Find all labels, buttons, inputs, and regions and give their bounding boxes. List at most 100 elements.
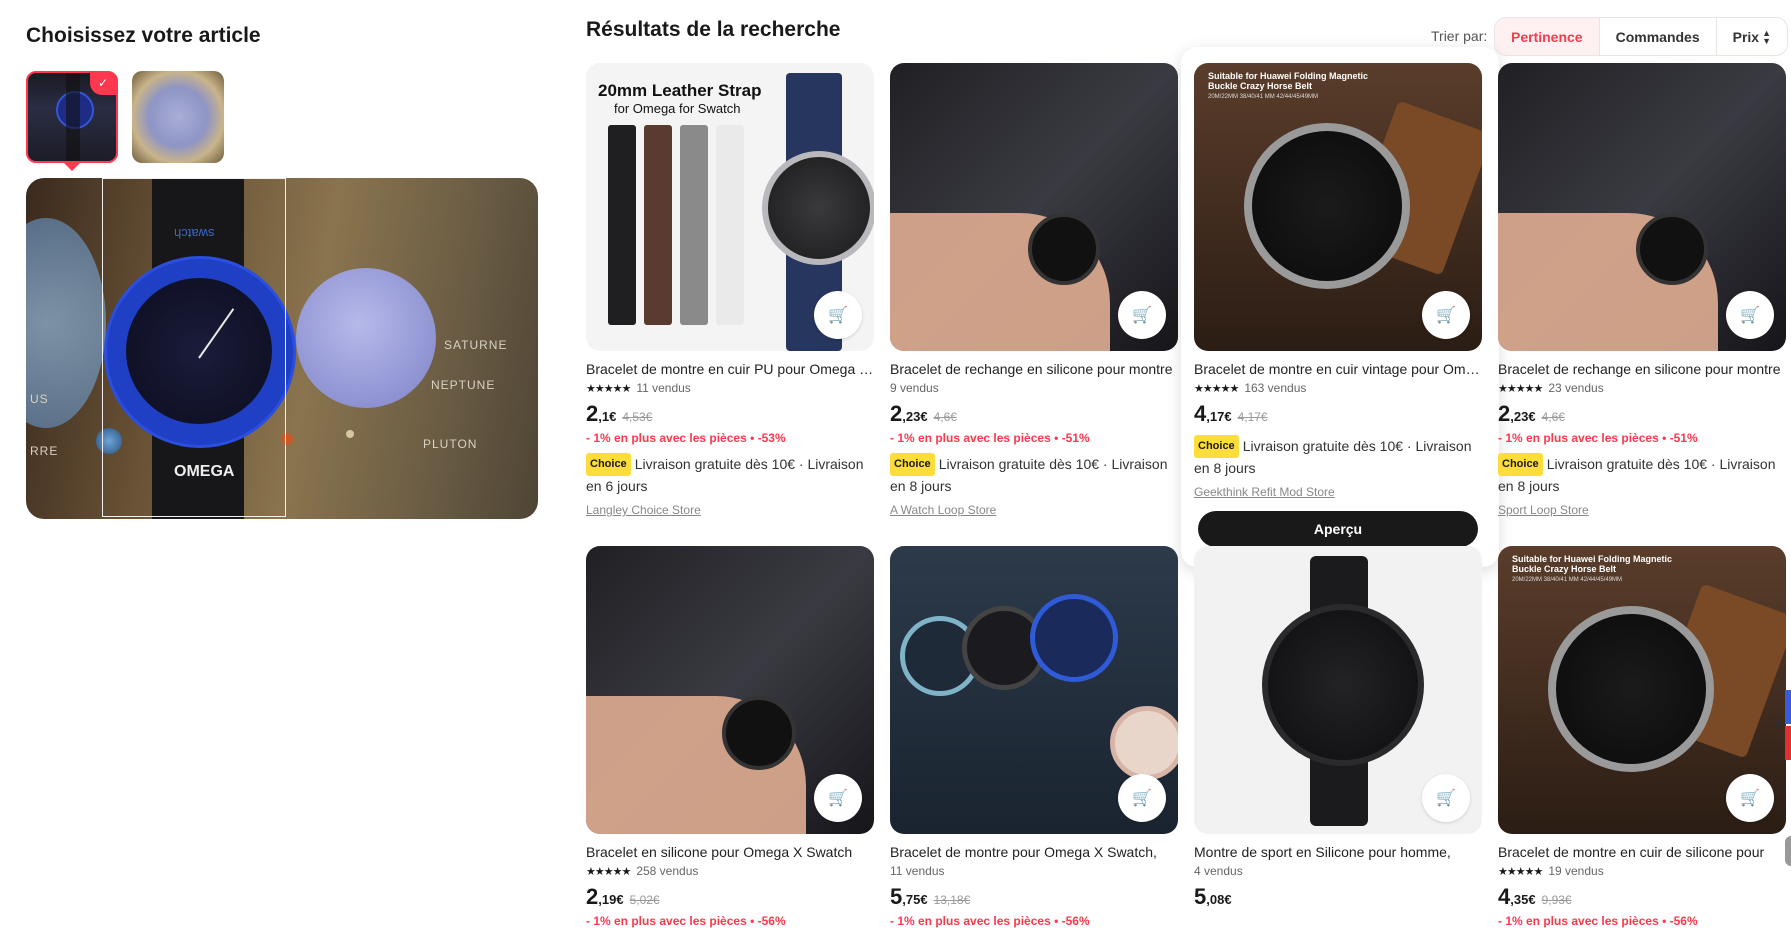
strap-brown [644,125,672,325]
cart-plus-icon[interactable]: 🛒 [1118,291,1166,339]
promo-text: - 1% en plus avec les pièces • -56% [586,914,786,928]
price-int: 2 [1498,401,1511,426]
store-link[interactable]: Sport Loop Store [1498,503,1788,517]
sort-tabs: Pertinence Commandes Prix ▲ ▼ [1494,17,1789,56]
image-caption: 20M/22MM 38/40/41 MM 42/44/45/49MM [1208,94,1319,100]
watch-face [722,696,796,770]
cart-plus-icon[interactable]: 🛒 [814,291,862,339]
side-tab-blue[interactable] [1785,690,1791,724]
store-link[interactable]: Langley Choice Store [586,503,876,517]
cart-plus-icon[interactable]: 🛒 [814,774,862,822]
neptune-planet [296,268,436,408]
choice-badge: Choice [1194,435,1239,458]
strap-white [716,125,744,325]
planet-label-rre: RRE [30,444,59,458]
main-product-image: SATURNE NEPTUNE PLUTON US RRE swatch OME… [26,178,538,519]
price: 2,23€ [890,401,928,427]
product-card[interactable]: 🛒 Bracelet en silicone pour Omega X Swat… [586,546,876,928]
rating-stars: ★★★★★ [586,382,631,395]
zoom-lens-frame[interactable] [102,178,286,517]
price-int: 4 [1498,884,1511,909]
price-dec: ,19€ [598,892,624,907]
cart-plus-icon[interactable]: 🛒 [1726,774,1774,822]
shipping-info: Choice Livraison gratuite dès 10€ · Livra… [586,453,876,497]
rating-stars: ★★★★★ [1498,865,1543,878]
product-title: Bracelet de montre en cuir de silicone p… [1498,844,1765,860]
store-link[interactable]: Geekthink Refit Mod Store [1194,485,1484,499]
price-dec: ,23€ [1510,409,1536,424]
price: 5,75€ [890,884,928,910]
price-int: 5 [890,884,903,909]
sort-pertinence-button[interactable]: Pertinence [1495,18,1600,55]
sort-prix-label: Prix [1732,28,1760,45]
variant-thumb-planet[interactable] [132,71,224,163]
side-tab-red[interactable] [1785,726,1791,760]
product-card[interactable]: 🛒 Bracelet de rechange en silicone pour … [1498,63,1788,517]
sort-prix-button[interactable]: Prix ▲ ▼ [1717,18,1787,55]
cart-plus-icon[interactable]: 🛒 [1422,774,1470,822]
sort-label: Trier par: [1431,28,1488,44]
pluto-planet [346,430,354,438]
image-caption: for Omega for Swatch [614,101,741,116]
old-price: 4,17€ [1237,410,1268,424]
sold-count: 23 vendus [1548,381,1604,395]
price-dec: ,1€ [598,409,617,424]
product-card[interactable]: 🛒 Bracelet de montre pour Omega X Swatch… [890,546,1180,928]
choice-badge: Choice [1498,453,1543,476]
image-caption: Buckle Crazy Horse Belt [1512,564,1617,574]
sold-count: 19 vendus [1548,864,1604,878]
price: 2,23€ [1498,401,1536,427]
rating-stars: ★★★★★ [586,865,631,878]
product-title: Bracelet en silicone pour Omega X Swatch [586,844,853,860]
price: 4,35€ [1498,884,1536,910]
product-card[interactable]: 🛒 Bracelet de rechange en silicone pour … [890,63,1180,517]
cart-plus-icon[interactable]: 🛒 [1422,291,1470,339]
old-price: 9,93€ [1541,893,1572,907]
product-card[interactable]: 20mm Leather Strap for Omega for Swatch … [586,63,876,517]
watch-face [762,151,874,265]
store-link[interactable]: A Watch Loop Store [890,503,1180,517]
sort-commandes-button[interactable]: Commandes [1600,18,1717,55]
price-int: 5 [1194,884,1207,909]
price: 2,1€ [586,401,616,427]
product-title: Montre de sport en Silicone pour homme, [1194,844,1451,860]
sold-count: 9 vendus [890,381,939,395]
results-title: Résultats de la recherche [586,18,841,41]
image-caption: Buckle Crazy Horse Belt [1208,81,1313,91]
rating-stars: ★★★★★ [1498,382,1543,395]
planet-label-neptune: NEPTUNE [431,378,496,392]
old-price: 4,53€ [622,410,653,424]
variant-thumb-blue-watch[interactable]: ✓ [26,71,118,163]
product-card[interactable]: Suitable for Huawei Folding Magnetic Buc… [1498,546,1788,928]
cart-plus-icon[interactable]: 🛒 [1726,291,1774,339]
old-price: 4,6€ [1541,410,1565,424]
planet-label-saturne: SATURNE [444,338,508,352]
rating-stars: ★★★★★ [1194,382,1239,395]
image-caption: Suitable for Huawei Folding Magnetic [1208,71,1369,81]
product-card[interactable]: Suitable for Huawei Folding Magnetic Buc… [1194,63,1484,547]
watch-face [1548,606,1714,772]
side-tab-grey[interactable] [1785,836,1791,866]
price-dec: ,17€ [1206,409,1232,424]
price-dec: ,08€ [1206,892,1232,907]
shipping-info: Choice Livraison gratuite dès 10€ · Livra… [1194,435,1484,479]
promo-text: - 1% en plus avec les pièces • -56% [890,914,1090,928]
apercu-button[interactable]: Aperçu [1198,511,1478,547]
product-title: Bracelet de rechange en silicone pour mo… [890,361,1173,377]
shipping-info: Choice Livraison gratuite dès 10€ · Livra… [890,453,1180,497]
image-caption: 20M/22MM 38/40/41 MM 42/44/45/49MM [1512,577,1623,583]
sold-count: 11 vendus [890,864,945,878]
watch-face [1636,213,1708,285]
old-price: 4,6€ [933,410,957,424]
promo-text: - 1% en plus avec les pièces • -51% [890,431,1090,445]
promo-text: - 1% en plus avec les pièces • -56% [1498,914,1698,928]
product-title: Bracelet de montre en cuir vintage pour … [1194,361,1482,377]
image-caption: 20mm Leather Strap [598,81,762,100]
cart-plus-icon[interactable]: 🛒 [1118,774,1166,822]
promo-text: - 1% en plus avec les pièces • -53% [586,431,786,445]
price: 4,17€ [1194,401,1232,427]
choice-badge: Choice [890,453,935,476]
product-title: Bracelet de rechange en silicone pour mo… [1498,361,1781,377]
product-card[interactable]: 🛒 Montre de sport en Silicone pour homme… [1194,546,1484,910]
product-title: Bracelet de montre pour Omega X Swatch, [890,844,1157,860]
